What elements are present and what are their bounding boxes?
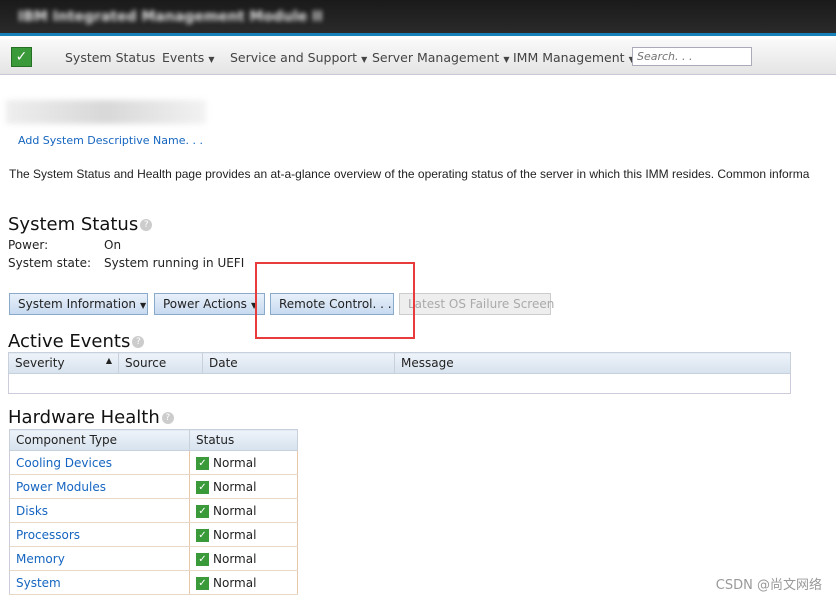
check-icon: ✓ <box>196 456 209 470</box>
status-cell: ✓ Normal <box>189 546 298 571</box>
help-icon[interactable]: ? <box>161 412 174 424</box>
help-icon[interactable]: ? <box>132 336 145 348</box>
table-row: Processors ✓ Normal <box>9 522 298 547</box>
component-link[interactable]: Cooling Devices <box>9 450 190 475</box>
col-source[interactable]: Source <box>118 352 203 374</box>
col-component-type[interactable]: Component Type <box>9 429 190 451</box>
table-row: Power Modules ✓ Normal <box>9 474 298 499</box>
chevron-down-icon: ▼ <box>503 55 510 64</box>
col-severity[interactable]: Severity ▲ <box>8 352 119 374</box>
check-icon: ✓ <box>196 480 209 494</box>
component-link[interactable]: Memory <box>9 546 190 571</box>
component-link[interactable]: Disks <box>9 498 190 523</box>
power-actions-button[interactable]: Power Actions ▼ <box>154 293 265 315</box>
watermark: CSDN @尚文网络 <box>715 578 822 593</box>
system-status-heading: System Status? <box>8 214 153 235</box>
highlight-box <box>255 262 415 339</box>
nav-system-status[interactable]: System Status <box>65 50 155 65</box>
system-information-button[interactable]: System Information ▼ <box>9 293 148 315</box>
chevron-down-icon: ▼ <box>140 301 147 310</box>
status-cell: ✓ Normal <box>189 450 298 475</box>
status-cell: ✓ Normal <box>189 570 298 595</box>
component-link[interactable]: System <box>9 570 190 595</box>
check-icon: ✓ <box>196 552 209 566</box>
os-failure-screen-button: Latest OS Failure Screen <box>399 293 554 315</box>
nav-events[interactable]: Events ▼ <box>162 50 214 65</box>
component-link[interactable]: Processors <box>9 522 190 547</box>
title-bar: IBM Integrated Management Module II <box>0 0 836 36</box>
power-label: Power: <box>8 238 49 252</box>
power-value: On <box>104 238 122 252</box>
chevron-down-icon: ▼ <box>361 55 368 64</box>
active-events-heading: Active Events? <box>8 331 145 352</box>
check-icon: ✓ <box>196 504 209 518</box>
active-events-table: Severity ▲ Source Date Message <box>8 352 791 394</box>
main-nav: ✓ System Status Events ▼ Service and Supp… <box>0 39 836 75</box>
search-input[interactable] <box>632 47 752 66</box>
nav-imm-management[interactable]: IMM Management▼ <box>513 50 635 65</box>
hardware-health-table: Component Type Status Cooling Devices ✓ Nor… <box>9 429 298 595</box>
system-name-redacted <box>6 100 206 124</box>
check-icon: ✓ <box>196 528 209 542</box>
state-value: System running in UEFI <box>104 256 245 270</box>
nav-server-management[interactable]: Server Management ▼ <box>372 50 509 65</box>
state-label: System state: <box>8 256 92 270</box>
help-icon[interactable]: ? <box>140 219 153 231</box>
intro-text: The System Status and Health page provid… <box>9 167 810 181</box>
table-row: System ✓ Normal <box>9 570 298 595</box>
table-row: Disks ✓ Normal <box>9 498 298 523</box>
hardware-health-heading: Hardware Health? <box>8 407 174 428</box>
table-row: Cooling Devices ✓ Normal <box>9 450 298 475</box>
col-date[interactable]: Date <box>202 352 395 374</box>
col-message[interactable]: Message <box>394 352 791 374</box>
component-link[interactable]: Power Modules <box>9 474 190 499</box>
add-system-name-link[interactable]: Add System Descriptive Name. . . <box>18 134 203 147</box>
nav-service-support[interactable]: Service and Support ▼ <box>230 50 367 65</box>
table-row: Memory ✓ Normal <box>9 546 298 571</box>
app-title: IBM Integrated Management Module II <box>18 9 323 25</box>
check-icon: ✓ <box>196 576 209 590</box>
status-cell: ✓ Normal <box>189 474 298 499</box>
sort-asc-icon: ▲ <box>105 356 112 365</box>
status-cell: ✓ Normal <box>189 498 298 523</box>
chevron-down-icon: ▼ <box>208 55 215 64</box>
status-cell: ✓ Normal <box>189 522 298 547</box>
col-status[interactable]: Status <box>189 429 298 451</box>
status-ok-icon[interactable]: ✓ <box>11 47 32 67</box>
